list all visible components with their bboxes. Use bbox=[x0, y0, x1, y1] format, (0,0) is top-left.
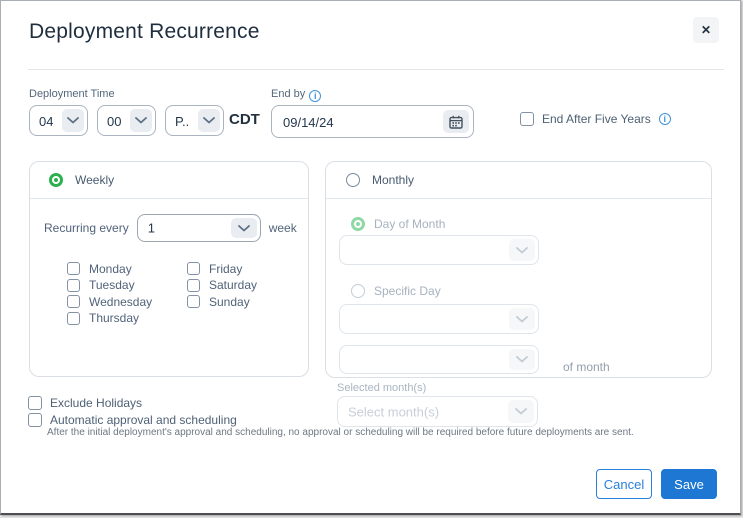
specific-day-ordinal-select bbox=[339, 304, 539, 334]
day-of-month-label: Day of Month bbox=[374, 217, 445, 231]
hour-value: 04 bbox=[39, 114, 53, 129]
recurring-week-select[interactable]: 1 bbox=[137, 214, 261, 242]
chevron-down-icon bbox=[509, 239, 535, 261]
chevron-down-icon bbox=[130, 109, 152, 132]
end-by-date-input[interactable]: 09/14/24 bbox=[271, 105, 474, 138]
chevron-down-icon bbox=[62, 109, 84, 132]
chevron-down-icon bbox=[508, 400, 534, 423]
day-checkbox-wednesday[interactable]: Wednesday bbox=[67, 295, 152, 308]
of-month-label: of month bbox=[563, 360, 610, 374]
exclude-holidays-checkbox[interactable] bbox=[28, 396, 42, 410]
end-by-label-text: End by bbox=[271, 88, 305, 100]
monthly-label: Monthly bbox=[372, 173, 414, 187]
day-label: Wednesday bbox=[89, 295, 152, 309]
day-label: Saturday bbox=[209, 278, 257, 292]
chevron-down-icon bbox=[509, 308, 535, 330]
end-after-five-years-row: End After Five Years i bbox=[520, 112, 671, 126]
recurring-every-label: Recurring every bbox=[44, 221, 129, 235]
weekly-label: Weekly bbox=[75, 173, 114, 187]
recurring-week-value: 1 bbox=[148, 221, 155, 236]
end-by-value: 09/14/24 bbox=[283, 115, 334, 130]
page-title: Deployment Recurrence bbox=[29, 20, 260, 44]
checkbox-icon[interactable] bbox=[67, 279, 80, 292]
day-label: Tuesday bbox=[89, 278, 135, 292]
specific-day-row: Specific Day bbox=[351, 284, 441, 298]
selected-months-select: Select month(s) bbox=[337, 396, 538, 427]
auto-approval-label: Automatic approval and scheduling bbox=[50, 413, 237, 427]
specific-day-weekday-select bbox=[339, 345, 539, 374]
checkbox-icon[interactable] bbox=[187, 262, 200, 275]
specific-day-label: Specific Day bbox=[374, 284, 441, 298]
save-button[interactable]: Save bbox=[661, 469, 717, 499]
day-of-month-row: Day of Month bbox=[351, 217, 445, 231]
day-label: Monday bbox=[89, 262, 132, 276]
close-icon: ✕ bbox=[701, 24, 711, 36]
recurring-row: Recurring every 1 week bbox=[44, 214, 297, 242]
day-column-1: Monday Tuesday Wednesday Thursday bbox=[67, 262, 152, 325]
exclude-holidays-row: Exclude Holidays bbox=[28, 396, 142, 410]
monthly-header: Monthly bbox=[326, 162, 711, 199]
chevron-down-icon bbox=[231, 218, 257, 238]
checkbox-icon[interactable] bbox=[187, 295, 200, 308]
selected-months-label: Selected month(s) bbox=[337, 382, 426, 394]
exclude-holidays-label: Exclude Holidays bbox=[50, 396, 142, 410]
day-checkbox-tuesday[interactable]: Tuesday bbox=[67, 279, 152, 292]
day-checkbox-sunday[interactable]: Sunday bbox=[187, 295, 257, 308]
checkbox-icon[interactable] bbox=[67, 262, 80, 275]
deployment-recurrence-dialog: Deployment Recurrence ✕ Deployment Time … bbox=[0, 0, 741, 515]
cancel-button[interactable]: Cancel bbox=[596, 469, 652, 499]
auto-approval-row: Automatic approval and scheduling bbox=[28, 413, 237, 427]
info-icon[interactable]: i bbox=[309, 90, 321, 102]
week-unit-label: week bbox=[269, 221, 297, 235]
minute-select[interactable]: 00 bbox=[97, 105, 156, 136]
day-checkbox-saturday[interactable]: Saturday bbox=[187, 279, 257, 292]
weekly-panel: Weekly Recurring every 1 week Monday Tue… bbox=[29, 161, 309, 377]
checkbox-icon[interactable] bbox=[67, 295, 80, 308]
minute-value: 00 bbox=[107, 114, 121, 129]
day-label: Sunday bbox=[209, 295, 250, 309]
hour-select[interactable]: 04 bbox=[29, 105, 88, 136]
meridiem-value: P.. bbox=[175, 114, 189, 129]
day-label: Thursday bbox=[89, 311, 139, 325]
chevron-down-icon bbox=[509, 349, 535, 370]
end-by-label: End by i bbox=[271, 88, 321, 102]
monthly-panel: Monthly Day of Month Specific Day of mon… bbox=[325, 161, 712, 378]
auto-approval-checkbox[interactable] bbox=[28, 413, 42, 427]
auto-approval-description: After the initial deployment's approval … bbox=[47, 427, 634, 438]
monthly-radio[interactable] bbox=[346, 173, 360, 187]
timezone-label: CDT bbox=[229, 111, 260, 128]
info-icon[interactable]: i bbox=[659, 113, 671, 125]
day-column-2: Friday Saturday Sunday bbox=[187, 262, 257, 308]
deployment-time-label: Deployment Time bbox=[29, 88, 115, 100]
checkbox-icon[interactable] bbox=[67, 312, 80, 325]
meridiem-select[interactable]: P.. bbox=[165, 105, 224, 136]
day-label: Friday bbox=[209, 262, 242, 276]
calendar-icon[interactable] bbox=[443, 110, 469, 133]
weekly-radio[interactable] bbox=[49, 173, 63, 187]
day-of-month-select bbox=[339, 235, 539, 265]
day-checkbox-thursday[interactable]: Thursday bbox=[67, 312, 152, 325]
weekly-header: Weekly bbox=[30, 162, 308, 199]
day-checkbox-monday[interactable]: Monday bbox=[67, 262, 152, 275]
end-after-five-years-checkbox[interactable] bbox=[520, 112, 534, 126]
day-checkbox-friday[interactable]: Friday bbox=[187, 262, 257, 275]
specific-day-radio bbox=[351, 284, 365, 298]
end-after-five-years-label: End After Five Years bbox=[542, 112, 651, 126]
close-button[interactable]: ✕ bbox=[693, 17, 719, 43]
day-of-month-radio bbox=[351, 217, 365, 231]
checkbox-icon[interactable] bbox=[187, 279, 200, 292]
header-divider bbox=[28, 69, 724, 70]
chevron-down-icon bbox=[198, 109, 220, 132]
selected-months-placeholder: Select month(s) bbox=[348, 404, 439, 419]
